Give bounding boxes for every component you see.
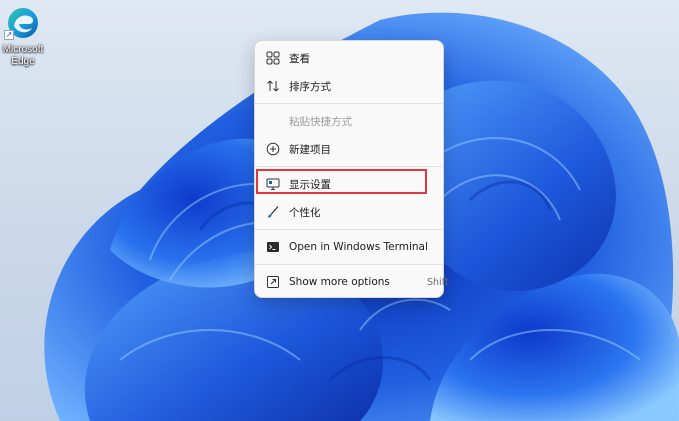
menu-item-label: Open in Windows Terminal: [289, 241, 428, 253]
brush-icon: [265, 204, 281, 220]
shortcut-arrow-icon: ↗: [4, 30, 14, 40]
menu-divider: [255, 229, 443, 230]
context-menu: 查看 排序方式 粘贴快捷方式 新建项目 显示设置 个性化 Open in Win…: [254, 40, 449, 298]
display-settings-icon: [265, 176, 281, 192]
menu-item-paste-shortcut: 粘贴快捷方式: [259, 107, 439, 135]
desktop[interactable]: ↗ Microsoft Edge 查看 排序方式 粘贴快捷方式 新建项目 显示设…: [0, 0, 679, 421]
menu-item-open-terminal[interactable]: Open in Windows Terminal: [259, 233, 439, 261]
menu-item-shortcut: Shift: [427, 277, 449, 288]
plus-circle-icon: [265, 141, 281, 157]
menu-item-label: 个性化: [289, 206, 321, 219]
menu-divider: [255, 166, 443, 167]
menu-item-personalize[interactable]: 个性化: [259, 198, 439, 226]
terminal-icon: [265, 239, 281, 255]
desktop-icon-edge[interactable]: ↗ Microsoft Edge: [0, 6, 46, 74]
menu-item-label: 粘贴快捷方式: [289, 115, 352, 128]
menu-item-label: 新建项目: [289, 143, 331, 156]
menu-item-display-settings[interactable]: 显示设置: [259, 170, 439, 198]
blank-icon: [265, 113, 281, 129]
sort-arrows-icon: [265, 78, 281, 94]
menu-item-label: 显示设置: [289, 178, 331, 191]
menu-item-label: 查看: [289, 52, 310, 65]
menu-item-label: Show more options: [289, 276, 390, 288]
menu-item-new[interactable]: 新建项目: [259, 135, 439, 163]
grid-view-icon: [265, 50, 281, 66]
more-options-icon: [265, 274, 281, 290]
menu-item-show-more-options[interactable]: Show more options: [259, 268, 439, 296]
menu-item-label: 排序方式: [289, 80, 331, 93]
menu-divider: [255, 103, 443, 104]
menu-divider: [255, 264, 443, 265]
desktop-icon-label: Microsoft Edge: [2, 44, 44, 67]
menu-item-sort[interactable]: 排序方式: [259, 72, 439, 100]
menu-item-view[interactable]: 查看: [259, 44, 439, 72]
